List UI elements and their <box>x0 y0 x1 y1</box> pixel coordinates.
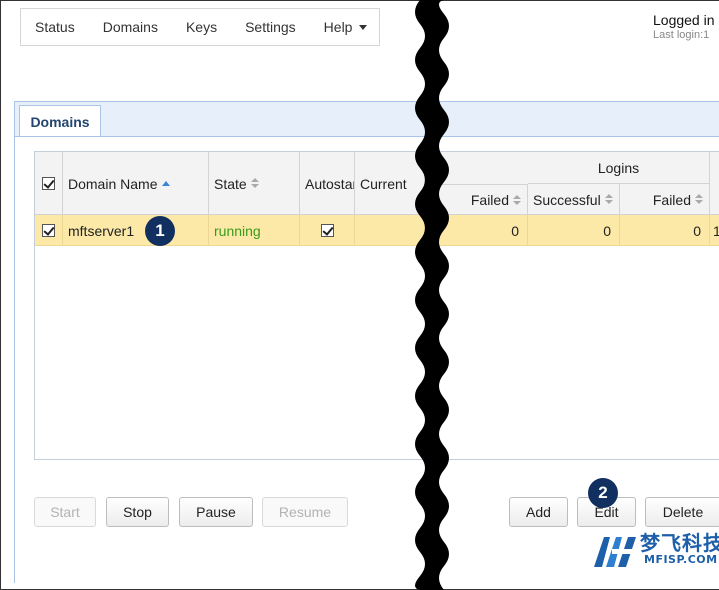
column-domain-name-label: Domain Name <box>68 175 158 192</box>
table-row[interactable]: mftserver1 running 0 0 0 1 <box>35 215 719 246</box>
column-failed-2[interactable]: Failed <box>620 184 710 215</box>
column-autostart[interactable]: Autostar <box>300 152 355 215</box>
row-checkbox[interactable] <box>42 224 55 237</box>
callout-2-badge: 2 <box>588 478 618 508</box>
watermark-logo: 梦飞科技 MFISP.COM <box>592 527 719 587</box>
chevron-down-icon <box>359 24 368 30</box>
nav-domains[interactable]: Domains <box>89 9 172 45</box>
logged-in-label: Logged in <box>653 12 715 28</box>
autostart-checkbox[interactable] <box>320 224 334 237</box>
tab-domains[interactable]: Domains <box>19 105 101 138</box>
watermark-mark-icon <box>594 537 636 567</box>
nav-help-label: Help <box>323 19 353 35</box>
column-domain-name[interactable]: Domain Name <box>63 152 209 215</box>
domain-name-cell: mftserver1 <box>63 215 209 246</box>
session-info: Logged in Last login:1 <box>653 12 719 41</box>
nav-help[interactable]: Help <box>310 9 382 45</box>
sort-ascending-icon <box>162 181 171 186</box>
sort-icon <box>250 178 259 189</box>
watermark-text-cn: 梦飞科技 <box>640 531 719 555</box>
column-failed-2-label: Failed <box>652 191 691 208</box>
pause-button[interactable]: Pause <box>179 497 253 527</box>
autostart-cell <box>300 215 355 246</box>
column-successful-label: Successful <box>533 191 601 208</box>
start-button[interactable]: Start <box>34 497 96 527</box>
nav-settings[interactable]: Settings <box>231 9 310 45</box>
sort-icon <box>695 194 703 205</box>
select-all-checkbox[interactable] <box>42 177 55 190</box>
wavy-break-separator <box>415 0 449 590</box>
column-state[interactable]: State <box>209 152 300 215</box>
add-button[interactable]: Add <box>509 497 568 527</box>
domains-table: Domain Name State Autostar Current Faile… <box>34 151 719 460</box>
column-successful[interactable]: Successful <box>528 184 620 215</box>
delete-button[interactable]: Delete <box>645 497 719 527</box>
column-failed-1-label: Failed <box>470 192 509 208</box>
sort-icon <box>513 194 521 206</box>
nav-status[interactable]: Status <box>21 9 89 45</box>
last-login-label: Last login:1 <box>653 29 710 41</box>
top-navigation: Status Domains Keys Settings Help <box>20 8 380 46</box>
column-group-logins-label: Logins <box>597 159 640 176</box>
table-header: Domain Name State Autostar Current Faile… <box>35 152 719 215</box>
resume-button[interactable]: Resume <box>262 497 348 527</box>
state-cell: running <box>209 215 300 246</box>
successful-cell: 0 <box>528 215 620 246</box>
select-all-cell <box>35 152 63 215</box>
stop-button[interactable]: Stop <box>106 497 169 527</box>
sort-icon <box>604 194 613 205</box>
callout-1-badge: 1 <box>145 216 175 246</box>
failed-2-cell: 0 <box>620 215 710 246</box>
column-state-label: State <box>214 175 247 192</box>
column-group-logins: Logins <box>528 152 710 184</box>
nav-keys[interactable]: Keys <box>172 9 231 45</box>
watermark-text-en: MFISP.COM <box>644 553 718 566</box>
domains-panel: Domains Domain Name State Autostar Curre… <box>14 101 719 583</box>
column-autostart-label: Autostar <box>305 175 355 192</box>
column-current-label: Current <box>360 175 407 192</box>
tab-content: Domain Name State Autostar Current Faile… <box>15 136 719 583</box>
row-select-cell <box>35 215 63 246</box>
extra-cell: 1 <box>713 222 719 239</box>
